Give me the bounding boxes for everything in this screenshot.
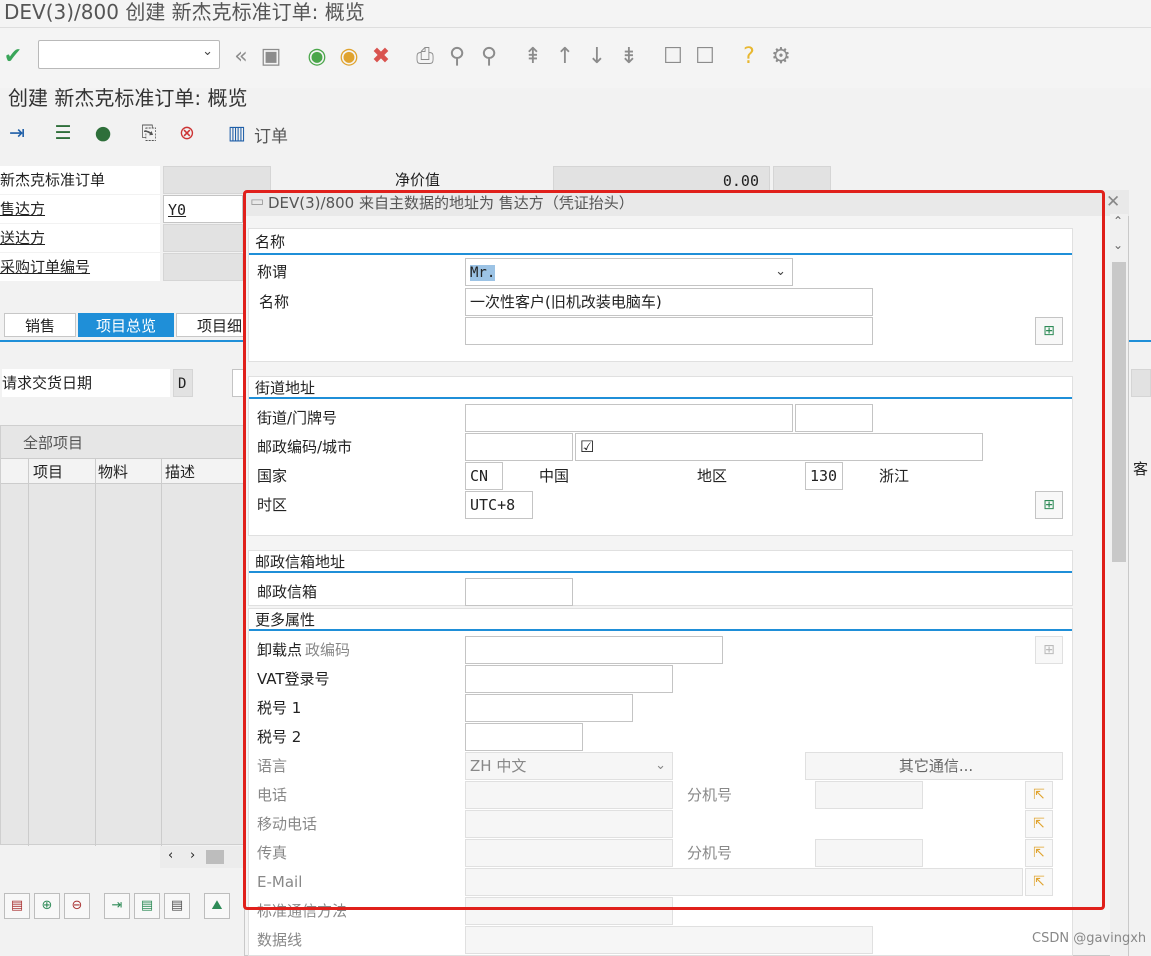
order-type-label: 新杰克标准订单: [0, 166, 160, 194]
items-table-title: 全部项目: [23, 434, 84, 452]
help-icon[interactable]: ?: [736, 43, 762, 71]
scroll-down-icon[interactable]: ⌄: [1113, 238, 1123, 252]
settings-gear-icon[interactable]: ⚙: [768, 43, 794, 71]
sold-to-label[interactable]: 售达方: [0, 195, 160, 223]
find-next-icon[interactable]: ⚲: [476, 43, 502, 71]
insert-row-icon[interactable]: ⊕: [34, 893, 60, 919]
back-icon[interactable]: ◉: [304, 43, 330, 71]
ship-to-label[interactable]: 送达方: [0, 224, 160, 252]
page-title: 创建 新杰克标准订单: 概览: [8, 86, 248, 110]
enter-icon[interactable]: ✔: [0, 43, 26, 71]
previous-page-icon[interactable]: ↑: [552, 43, 578, 71]
dataline-field: [465, 926, 873, 954]
column-divider: [95, 458, 96, 846]
cancel-icon[interactable]: ✖: [368, 43, 394, 71]
po-number-field[interactable]: [163, 253, 243, 281]
sold-to-field[interactable]: Y0: [163, 195, 243, 223]
req-delivery-format-field[interactable]: D: [173, 369, 193, 397]
shortcut-icon[interactable]: ☐: [692, 43, 718, 71]
scroll-up-icon[interactable]: ⌃: [1113, 214, 1123, 228]
table-header: 项目 物料 描述: [1, 458, 245, 484]
deselect-all-icon[interactable]: ▤: [164, 893, 190, 919]
req-delivery-label: 请求交货日期: [2, 369, 170, 397]
column-header-description[interactable]: 描述: [165, 461, 195, 482]
find-icon[interactable]: ⚲: [444, 43, 470, 71]
next-page-icon[interactable]: ↓: [584, 43, 610, 71]
tab-sales[interactable]: 销售: [4, 313, 76, 337]
horizontal-scrollbar[interactable]: ‹ ›: [160, 846, 244, 868]
scroll-right-icon[interactable]: ›: [190, 848, 195, 863]
order-label: 订单: [254, 127, 288, 147]
window-title: DEV(3)/800 创建 新杰克标准订单: 概览: [4, 0, 365, 24]
partner-list-icon[interactable]: ☰: [50, 120, 76, 146]
back-history-icon[interactable]: «: [228, 43, 254, 71]
column-header-right: 客: [1133, 460, 1149, 478]
column-header-item[interactable]: 项目: [33, 461, 63, 482]
close-icon[interactable]: ✕: [1106, 192, 1120, 212]
new-session-icon[interactable]: ☐: [660, 43, 686, 71]
document-icon[interactable]: ⎘: [136, 120, 162, 146]
column-header-material[interactable]: 物料: [98, 461, 128, 482]
item-detail-icon[interactable]: ▤: [4, 893, 30, 919]
watermark: CSDN @gavingxh: [1032, 931, 1147, 946]
dataline-label: 数据线: [257, 931, 303, 949]
ship-to-field[interactable]: [163, 224, 243, 252]
exit-icon[interactable]: ◉: [336, 43, 362, 71]
column-divider: [161, 458, 162, 846]
display-header-icon[interactable]: ⇥: [4, 120, 30, 146]
person-icon[interactable]: ●: [90, 120, 116, 146]
print-icon[interactable]: ⎙: [412, 43, 438, 71]
highlight-annotation-box: [243, 190, 1105, 910]
save-icon[interactable]: ▣: [258, 43, 284, 71]
command-field[interactable]: ⌄: [38, 40, 220, 69]
right-field-stub: [1131, 369, 1151, 397]
select-block-icon[interactable]: ▤: [134, 893, 160, 919]
delete-row-icon[interactable]: ⊖: [64, 893, 90, 919]
column-divider: [28, 458, 29, 846]
incomplete-log-icon[interactable]: ⊗: [174, 120, 200, 146]
select-all-icon[interactable]: ⇥: [104, 893, 130, 919]
order-table-icon[interactable]: ▥: [224, 120, 250, 146]
po-number-label[interactable]: 采购订单编号: [0, 253, 160, 281]
window-title-bar: DEV(3)/800 创建 新杰克标准订单: 概览: [0, 0, 1151, 28]
scroll-left-icon[interactable]: ‹: [168, 848, 173, 863]
items-table: 全部项目 项目 物料 描述: [0, 425, 245, 846]
tab-item-overview[interactable]: 项目总览: [78, 313, 174, 337]
tab-item-detail[interactable]: 项目细: [176, 313, 244, 337]
chevron-down-icon: ⌄: [202, 44, 213, 59]
first-page-icon[interactable]: ⇞: [520, 43, 546, 71]
pricing-icon[interactable]: ⛰: [204, 893, 230, 919]
last-page-icon[interactable]: ⇟: [616, 43, 642, 71]
scroll-thumb[interactable]: [206, 850, 224, 864]
scroll-thumb[interactable]: [1112, 262, 1126, 562]
